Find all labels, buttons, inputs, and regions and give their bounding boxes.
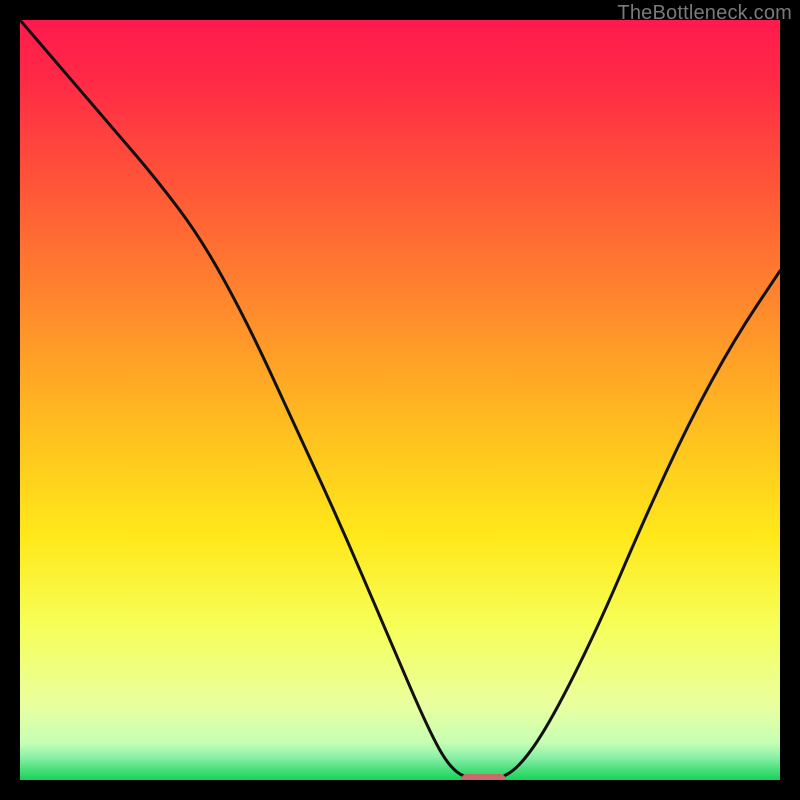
curve-layer [20, 20, 780, 780]
optimum-marker [461, 774, 507, 780]
chart-stage: TheBottleneck.com [0, 0, 800, 800]
plot-area [20, 20, 780, 780]
bottleneck-curve [20, 20, 780, 780]
